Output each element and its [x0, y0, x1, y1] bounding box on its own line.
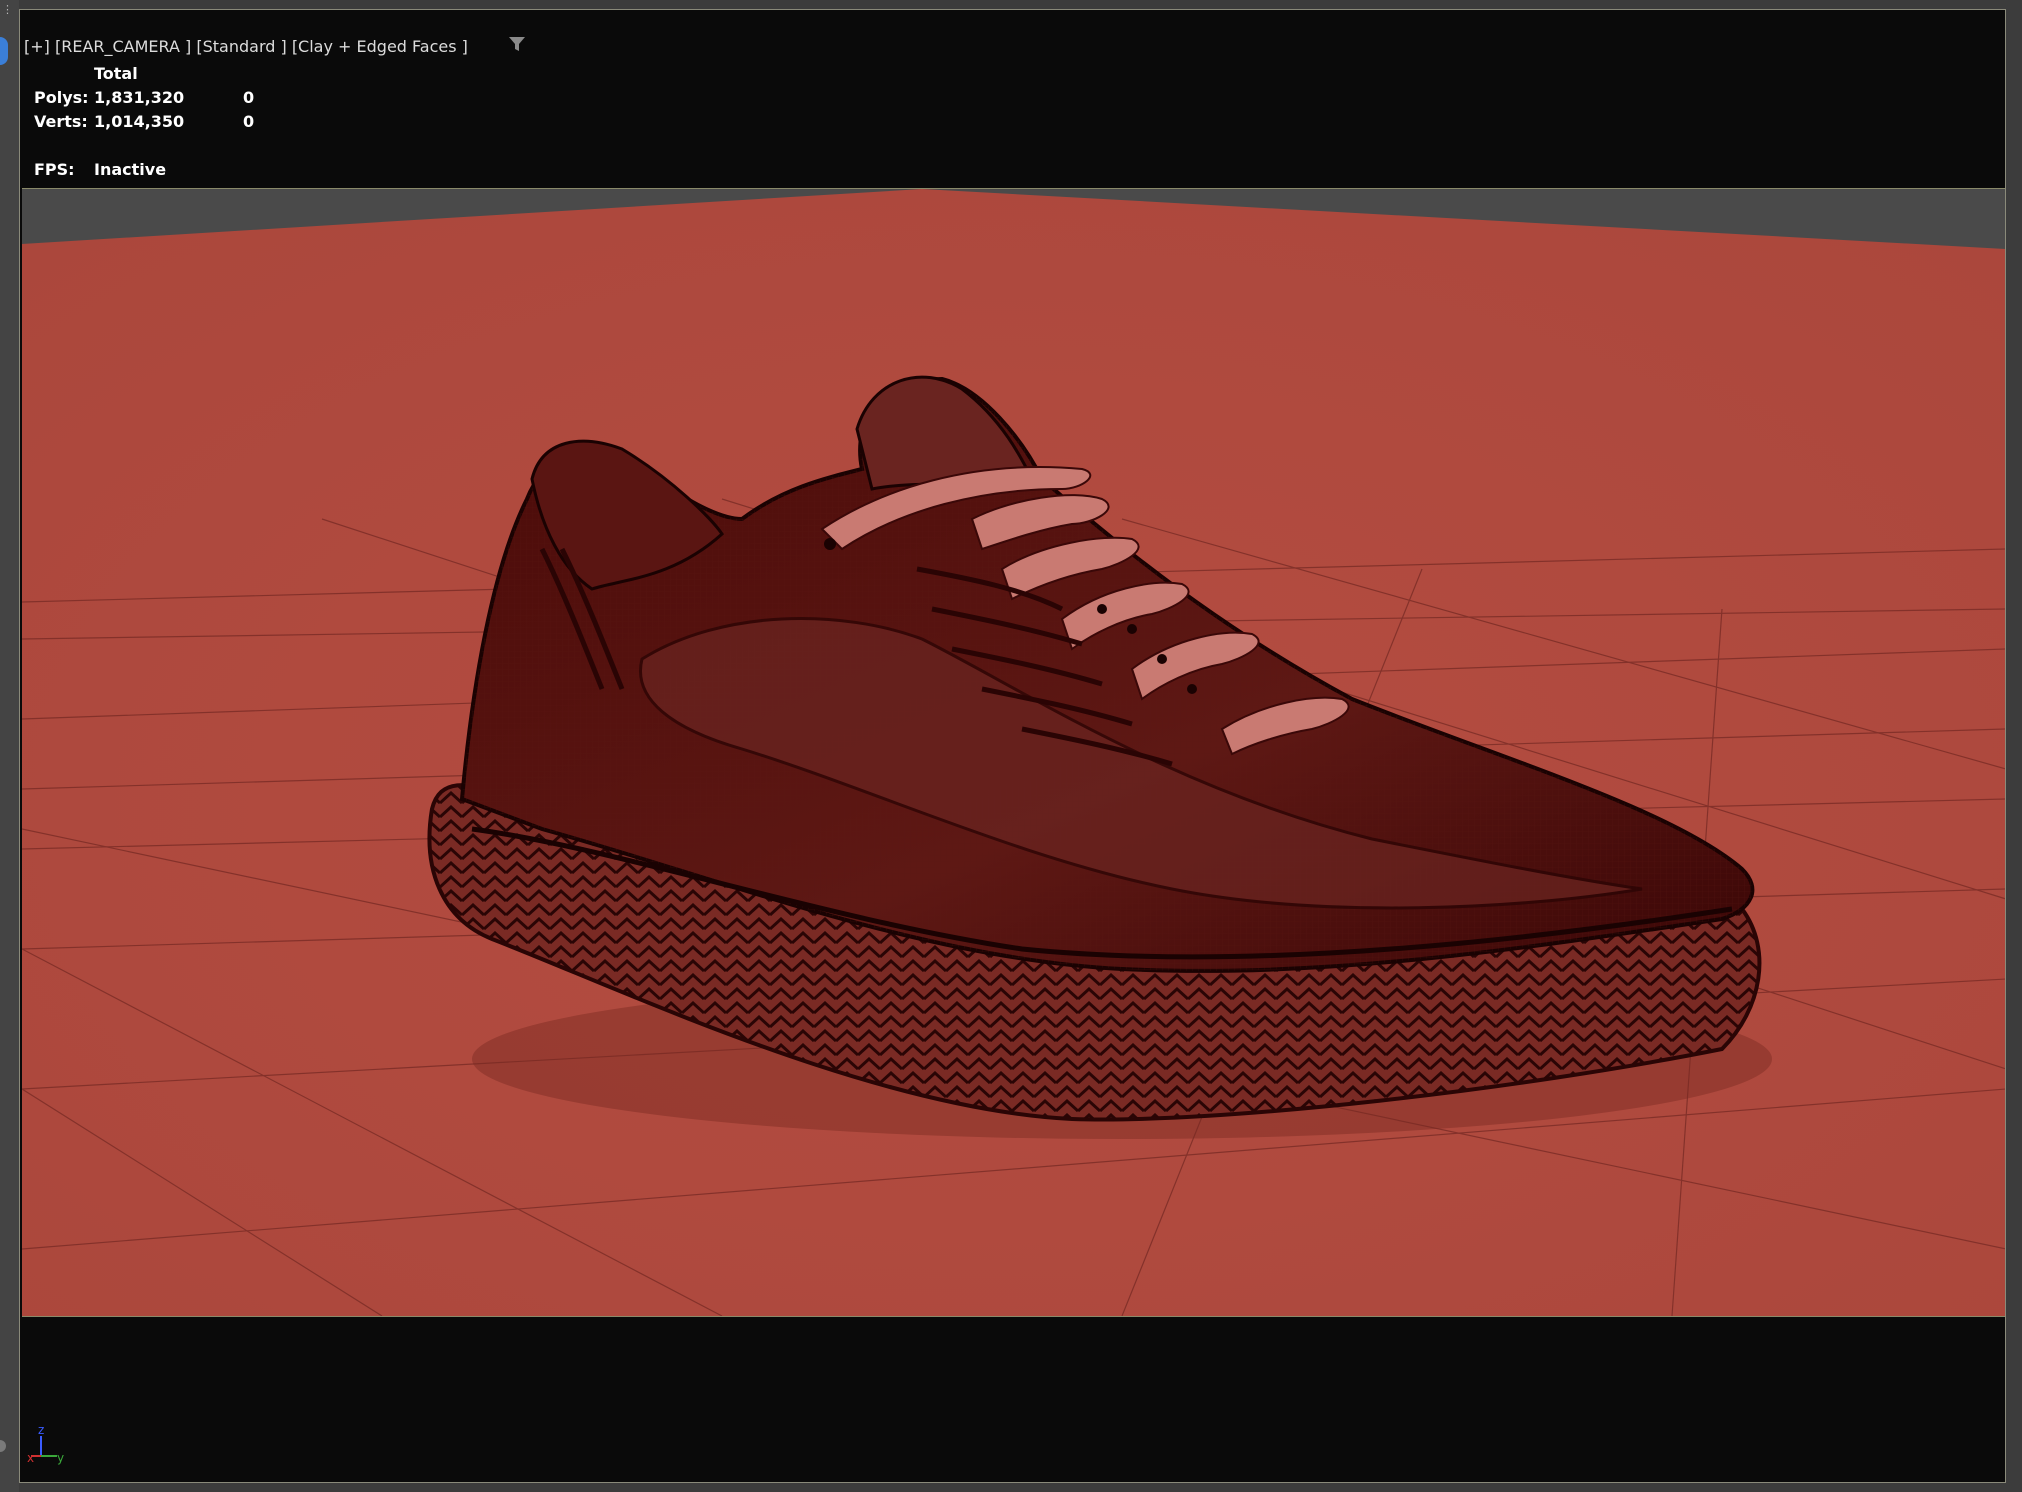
axis-z-label: z [38, 1423, 44, 1437]
active-viewport-indicator-icon[interactable] [0, 37, 8, 65]
navigation-dot-icon[interactable] [0, 1440, 6, 1452]
polys-total-value: 1,831,320 [94, 88, 185, 107]
right-border-strip [2006, 0, 2022, 1492]
perspective-viewport[interactable]: [+] [REAR_CAMERA ] [Standard ] [Clay + E… [19, 9, 2006, 1483]
verts-total-value: 1,014,350 [94, 112, 185, 131]
fps-value: Inactive [94, 160, 167, 179]
window-top-border [0, 0, 2022, 9]
more-options-icon[interactable]: ⋮ [2, 4, 13, 15]
scene-svg [22, 189, 2005, 1316]
stats-total-header: Total [94, 64, 138, 83]
axis-gizmo: z y x [27, 1420, 67, 1474]
polys-label: Polys: [34, 88, 89, 107]
axis-x-label: x [27, 1451, 34, 1465]
filter-funnel-icon[interactable] [478, 16, 527, 76]
scene-render[interactable] [22, 188, 2005, 1317]
axis-y-label: y [57, 1451, 64, 1465]
verts-label: Verts: [34, 112, 88, 131]
polys-selected-value: 0 [243, 88, 255, 107]
left-toolbar-strip: ⋮ [0, 0, 19, 1492]
viewport-label-text[interactable]: [+] [REAR_CAMERA ] [Standard ] [Clay + E… [24, 37, 468, 56]
fps-label: FPS: [34, 160, 75, 179]
verts-selected-value: 0 [243, 112, 255, 131]
